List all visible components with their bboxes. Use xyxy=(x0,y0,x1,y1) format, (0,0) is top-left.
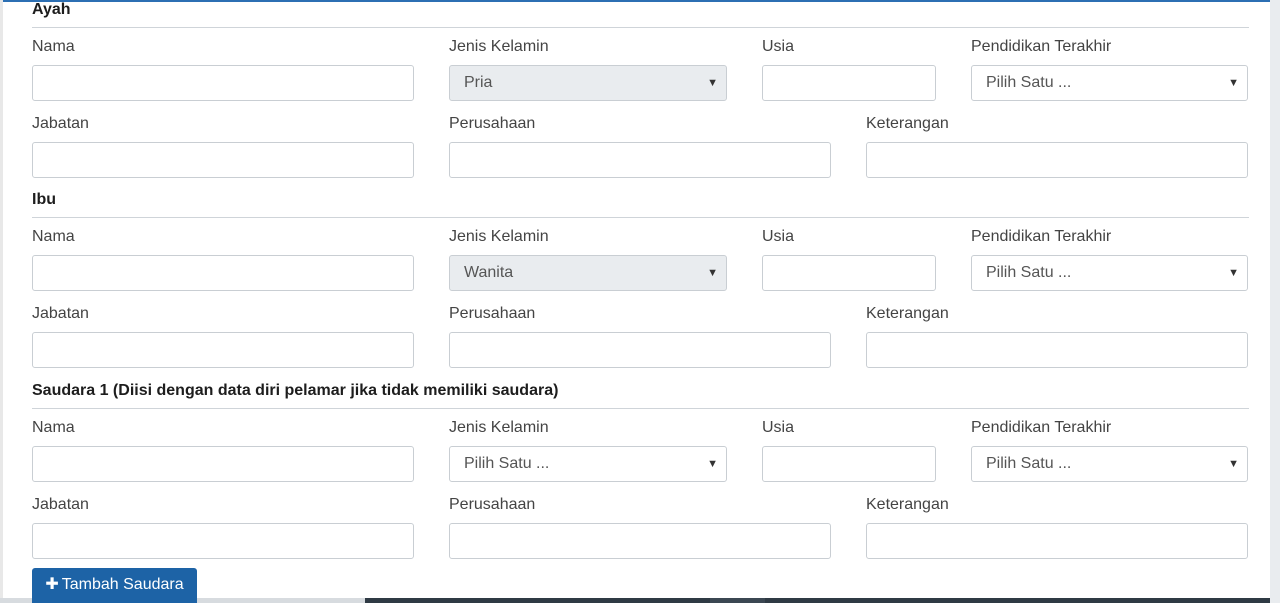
jenis-kelamin-select: Wanita ▼ xyxy=(449,255,727,291)
field-nama: Nama xyxy=(32,409,414,482)
field-keterangan: Keterangan xyxy=(866,105,1248,178)
pendidikan-value: Pilih Satu ... xyxy=(986,264,1072,281)
label-usia: Usia xyxy=(762,228,795,245)
keterangan-input[interactable] xyxy=(866,523,1248,559)
field-jabatan: Jabatan xyxy=(32,486,414,559)
label-perusahaan: Perusahaan xyxy=(449,115,536,132)
perusahaan-input[interactable] xyxy=(449,523,831,559)
section-title: Saudara 1 (Diisi dengan data diri pelama… xyxy=(32,381,1249,409)
field-jabatan: Jabatan xyxy=(32,295,414,368)
field-jabatan: Jabatan xyxy=(32,105,414,178)
jenis-kelamin-value: Pilih Satu ... xyxy=(464,455,550,472)
label-pendidikan: Pendidikan Terakhir xyxy=(971,38,1112,55)
section-saudara-1: Saudara 1 (Diisi dengan data diri pelama… xyxy=(32,381,1249,563)
form-row-2: Jabatan Perusahaan Keterangan xyxy=(32,105,1249,182)
pendidikan-value: Pilih Satu ... xyxy=(986,74,1072,91)
jabatan-input[interactable] xyxy=(32,332,414,368)
field-usia: Usia xyxy=(762,409,936,482)
label-jenis-kelamin: Jenis Kelamin xyxy=(449,38,549,55)
form-row-1: Nama Jenis Kelamin Pria ▼ Usia Pendidika… xyxy=(32,28,1249,105)
section-ibu: Ibu Nama Jenis Kelamin Wanita ▼ Usia Pen… xyxy=(32,190,1249,372)
label-jabatan: Jabatan xyxy=(32,115,89,132)
keterangan-input[interactable] xyxy=(866,142,1248,178)
scrollbar-track[interactable] xyxy=(1270,0,1280,603)
field-nama: Nama xyxy=(32,218,414,291)
chevron-down-icon: ▼ xyxy=(1228,458,1239,470)
jabatan-input[interactable] xyxy=(32,142,414,178)
field-pendidikan: Pendidikan Terakhir Pilih Satu ... ▼ xyxy=(971,28,1248,101)
label-pendidikan: Pendidikan Terakhir xyxy=(971,228,1112,245)
perusahaan-input[interactable] xyxy=(449,142,831,178)
form-row-1: Nama Jenis Kelamin Pilih Satu ... ▼ Usia… xyxy=(32,409,1249,486)
field-nama: Nama xyxy=(32,28,414,101)
nama-input[interactable] xyxy=(32,65,414,101)
label-keterangan: Keterangan xyxy=(866,305,949,322)
usia-input[interactable] xyxy=(762,446,936,482)
usia-input[interactable] xyxy=(762,255,936,291)
section-ayah: Ayah Nama Jenis Kelamin Pria ▼ Usia Pend… xyxy=(32,0,1249,182)
label-jenis-kelamin: Jenis Kelamin xyxy=(449,419,549,436)
perusahaan-input[interactable] xyxy=(449,332,831,368)
chevron-down-icon: ▼ xyxy=(707,267,718,279)
keterangan-input[interactable] xyxy=(866,332,1248,368)
jenis-kelamin-select[interactable]: Pilih Satu ... ▼ xyxy=(449,446,727,482)
jenis-kelamin-select: Pria ▼ xyxy=(449,65,727,101)
form-row-2: Jabatan Perusahaan Keterangan xyxy=(32,295,1249,372)
pendidikan-value: Pilih Satu ... xyxy=(986,455,1072,472)
label-keterangan: Keterangan xyxy=(866,496,949,513)
label-perusahaan: Perusahaan xyxy=(449,305,536,322)
field-pendidikan: Pendidikan Terakhir Pilih Satu ... ▼ xyxy=(971,409,1248,482)
nama-input[interactable] xyxy=(32,255,414,291)
taskbar-strip xyxy=(365,598,1270,603)
label-perusahaan: Perusahaan xyxy=(449,496,536,513)
usia-input[interactable] xyxy=(762,65,936,101)
field-usia: Usia xyxy=(762,218,936,291)
label-usia: Usia xyxy=(762,38,795,55)
field-keterangan: Keterangan xyxy=(866,486,1248,559)
chevron-down-icon: ▼ xyxy=(707,458,718,470)
label-pendidikan: Pendidikan Terakhir xyxy=(971,419,1112,436)
chevron-down-icon: ▼ xyxy=(1228,267,1239,279)
label-keterangan: Keterangan xyxy=(866,115,949,132)
jenis-kelamin-value: Wanita xyxy=(464,264,514,281)
label-jenis-kelamin: Jenis Kelamin xyxy=(449,228,549,245)
left-edge xyxy=(0,0,3,603)
pendidikan-select[interactable]: Pilih Satu ... ▼ xyxy=(971,446,1248,482)
section-title: Ayah xyxy=(32,0,1249,28)
chevron-down-icon: ▼ xyxy=(707,77,718,89)
field-jenis-kelamin: Jenis Kelamin Pilih Satu ... ▼ xyxy=(449,409,727,482)
field-perusahaan: Perusahaan xyxy=(449,105,831,178)
label-nama: Nama xyxy=(32,419,75,436)
jabatan-input[interactable] xyxy=(32,523,414,559)
add-sibling-label: Tambah Saudara xyxy=(61,576,184,593)
plus-icon: ✚ xyxy=(45,576,59,593)
pendidikan-select[interactable]: Pilih Satu ... ▼ xyxy=(971,65,1248,101)
jenis-kelamin-value: Pria xyxy=(464,74,493,91)
field-perusahaan: Perusahaan xyxy=(449,295,831,368)
add-sibling-button[interactable]: ✚ Tambah Saudara xyxy=(32,568,197,603)
field-perusahaan: Perusahaan xyxy=(449,486,831,559)
label-jabatan: Jabatan xyxy=(32,496,89,513)
field-jenis-kelamin: Jenis Kelamin Wanita ▼ xyxy=(449,218,727,291)
section-title: Ibu xyxy=(32,190,1249,218)
form-row-2: Jabatan Perusahaan Keterangan xyxy=(32,486,1249,563)
label-nama: Nama xyxy=(32,228,75,245)
form-row-1: Nama Jenis Kelamin Wanita ▼ Usia Pendidi… xyxy=(32,218,1249,295)
nama-input[interactable] xyxy=(32,446,414,482)
field-keterangan: Keterangan xyxy=(866,295,1248,368)
label-jabatan: Jabatan xyxy=(32,305,89,322)
field-pendidikan: Pendidikan Terakhir Pilih Satu ... ▼ xyxy=(971,218,1248,291)
field-usia: Usia xyxy=(762,28,936,101)
field-jenis-kelamin: Jenis Kelamin Pria ▼ xyxy=(449,28,727,101)
label-usia: Usia xyxy=(762,419,795,436)
chevron-down-icon: ▼ xyxy=(1228,77,1239,89)
pendidikan-select[interactable]: Pilih Satu ... ▼ xyxy=(971,255,1248,291)
label-nama: Nama xyxy=(32,38,75,55)
